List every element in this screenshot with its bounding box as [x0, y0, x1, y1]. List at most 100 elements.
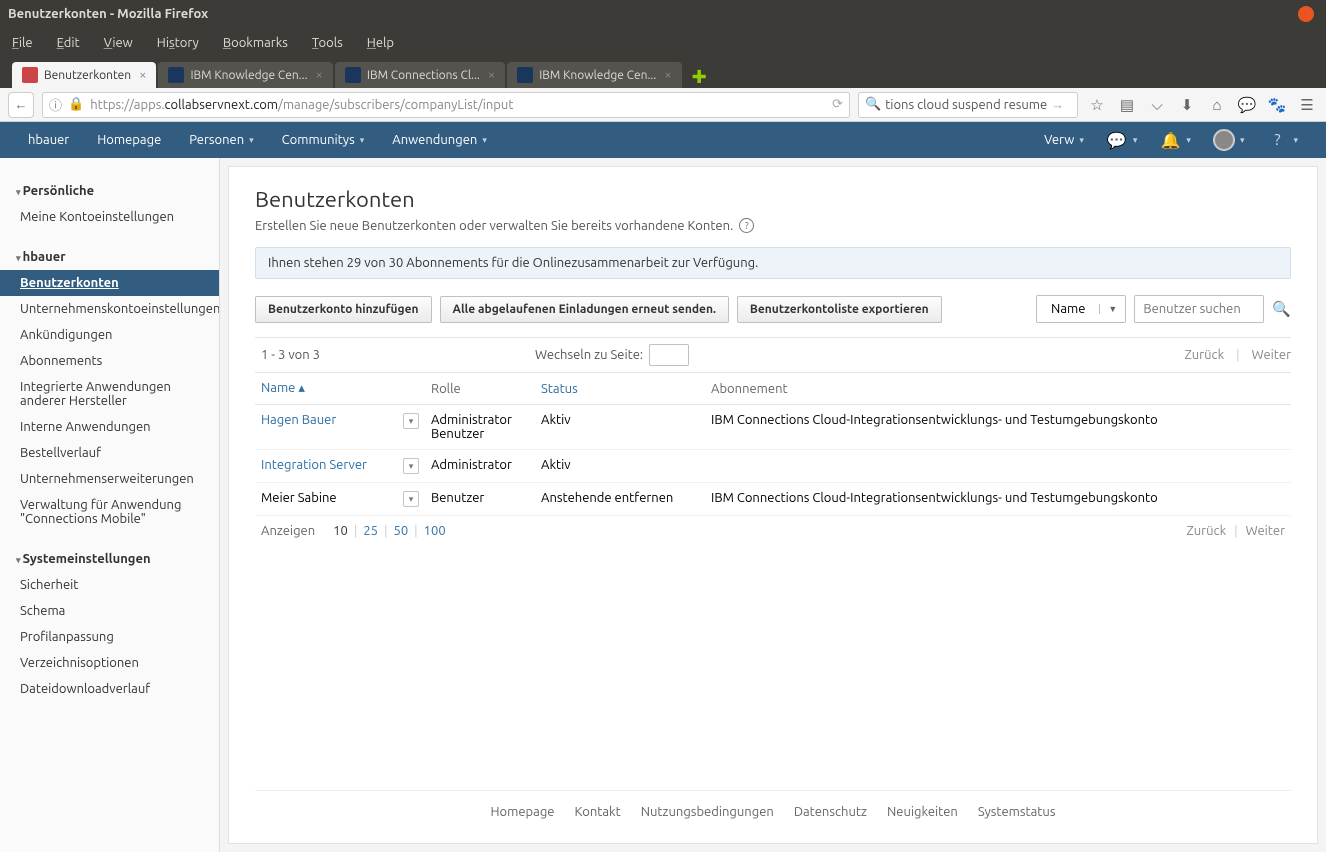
- url-field[interactable]: ⓘ 🔒 https://apps.collabservnext.com/mana…: [42, 92, 850, 118]
- window-close-button[interactable]: [1298, 6, 1314, 22]
- sidebar-item-profile-custom[interactable]: Profilanpassung: [0, 624, 219, 650]
- next-page-link[interactable]: Weiter: [1252, 348, 1291, 362]
- browser-search-field[interactable]: 🔍 tions cloud suspend resume →: [858, 92, 1078, 118]
- page-size-50[interactable]: 50: [394, 524, 409, 538]
- sidebar-item-security[interactable]: Sicherheit: [0, 572, 219, 598]
- user-search-input[interactable]: [1134, 295, 1264, 323]
- tab-favicon-icon: [517, 67, 533, 83]
- page-size-10[interactable]: 10: [333, 524, 348, 538]
- hamburger-menu-icon[interactable]: ☰: [1296, 94, 1318, 116]
- row-menu-icon[interactable]: ▾: [403, 491, 419, 507]
- help-icon[interactable]: ?: [739, 218, 754, 233]
- search-icon[interactable]: 🔍: [1272, 300, 1291, 318]
- pocket-icon[interactable]: ⌵: [1146, 94, 1168, 116]
- row-menu-icon[interactable]: ▾: [403, 413, 419, 429]
- sidebar-item-benutzerkonten[interactable]: Benutzerkonten: [0, 270, 219, 296]
- library-icon[interactable]: ▤: [1116, 94, 1138, 116]
- footer-link[interactable]: Datenschutz: [794, 805, 867, 819]
- nav-personen[interactable]: Personen▾: [189, 133, 253, 147]
- menu-bookmarks[interactable]: Bookmarks: [223, 36, 288, 50]
- pager-top: 1 - 3 von 3 Wechseln zu Seite: Zurück | …: [255, 337, 1291, 373]
- sidebar-item-order-history[interactable]: Bestellverlauf: [0, 440, 219, 466]
- star-icon[interactable]: ☆: [1086, 94, 1108, 116]
- sidebar-item-account-settings[interactable]: Meine Kontoeinstellungen: [0, 204, 219, 230]
- tab-close-icon[interactable]: ×: [488, 68, 495, 82]
- nav-help-icon[interactable]: ?▾: [1266, 129, 1298, 151]
- tab-label: IBM Knowledge Cen...: [190, 69, 307, 82]
- sidebar-section-system[interactable]: Systemeinstellungen: [0, 546, 219, 572]
- downloads-icon[interactable]: ⬇: [1176, 94, 1198, 116]
- browser-tab[interactable]: IBM Connections Cl... ×: [335, 62, 505, 88]
- nav-chat-icon[interactable]: 💬▾: [1106, 129, 1138, 151]
- cell-name[interactable]: Integration Server ▾: [255, 450, 425, 483]
- nav-verw[interactable]: Verw▾: [1044, 133, 1084, 147]
- menu-view[interactable]: View: [104, 36, 133, 50]
- browser-tab[interactable]: Benutzerkonten ×: [12, 62, 156, 88]
- sidebar-item-download-history[interactable]: Dateidownloadverlauf: [0, 676, 219, 702]
- cell-role: Administrator Benutzer: [425, 405, 535, 450]
- nav-communitys[interactable]: Communitys▾: [282, 133, 365, 147]
- reload-icon[interactable]: ⟳: [832, 97, 843, 112]
- nav-avatar[interactable]: ▾: [1213, 129, 1245, 151]
- footer-link[interactable]: Nutzungsbedingungen: [641, 805, 774, 819]
- cell-role: Administrator: [425, 450, 535, 483]
- page-size-25[interactable]: 25: [363, 524, 378, 538]
- tab-close-icon[interactable]: ×: [664, 68, 671, 82]
- sidebar-section-org[interactable]: hbauer: [0, 244, 219, 270]
- goto-page: Wechseln zu Seite:: [535, 344, 689, 366]
- footer-link[interactable]: Homepage: [490, 805, 554, 819]
- chat-icon[interactable]: 💬: [1236, 94, 1258, 116]
- menu-file[interactable]: File: [12, 36, 33, 50]
- back-button[interactable]: ←: [8, 92, 34, 118]
- browser-tab[interactable]: IBM Knowledge Cen... ×: [158, 62, 332, 88]
- col-name[interactable]: Name ▴: [255, 373, 425, 405]
- sidebar-item-announcements[interactable]: Ankündigungen: [0, 322, 219, 348]
- sidebar-section-personal[interactable]: Persönliche: [0, 178, 219, 204]
- sidebar-item-mobile-admin[interactable]: Verwaltung für Anwendung "Connections Mo…: [0, 492, 219, 532]
- table-row: Meier Sabine ▾BenutzerAnstehende entfern…: [255, 483, 1291, 516]
- nav-user[interactable]: hbauer: [28, 133, 69, 147]
- sidebar-item-thirdparty-apps[interactable]: Integrierte Anwendungen anderer Herstell…: [0, 374, 219, 414]
- next-page-link[interactable]: Weiter: [1246, 524, 1285, 538]
- export-list-button[interactable]: Benutzerkontoliste exportieren: [737, 296, 942, 323]
- page-size-100[interactable]: 100: [424, 524, 446, 538]
- cell-name[interactable]: Hagen Bauer ▾: [255, 405, 425, 450]
- new-tab-button[interactable]: ✚: [684, 67, 715, 88]
- menu-history[interactable]: History: [157, 36, 199, 50]
- sidebar-item-extensions[interactable]: Unternehmenserweiterungen: [0, 466, 219, 492]
- url-text: https://apps.collabservnext.com/manage/s…: [90, 98, 826, 112]
- sidebar-item-org-settings[interactable]: Unternehmenskontoeinstellungen: [0, 296, 219, 322]
- footer-link[interactable]: Systemstatus: [978, 805, 1056, 819]
- tab-close-icon[interactable]: ×: [139, 68, 146, 82]
- resend-invites-button[interactable]: Alle abgelaufenen Einladungen erneut sen…: [440, 296, 729, 323]
- nav-homepage[interactable]: Homepage: [97, 133, 161, 147]
- footer-link[interactable]: Kontakt: [574, 805, 620, 819]
- cell-status: Aktiv: [535, 405, 705, 450]
- pager-bottom: Anzeigen 10| 25| 50| 100 Zurück | Weiter: [255, 516, 1291, 546]
- addon-icon[interactable]: 🐾: [1266, 94, 1288, 116]
- tab-close-icon[interactable]: ×: [316, 68, 323, 82]
- filter-field-select[interactable]: Name ▼: [1036, 295, 1126, 323]
- go-icon[interactable]: →: [1051, 97, 1064, 112]
- info-banner: Ihnen stehen 29 von 30 Abonnements für d…: [255, 247, 1291, 279]
- sidebar-item-subscriptions[interactable]: Abonnements: [0, 348, 219, 374]
- prev-page-link[interactable]: Zurück: [1184, 348, 1224, 362]
- nav-anwendungen[interactable]: Anwendungen▾: [392, 133, 487, 147]
- tab-favicon-icon: [168, 67, 184, 83]
- col-status[interactable]: Status: [535, 373, 705, 405]
- add-account-button[interactable]: Benutzerkonto hinzufügen: [255, 296, 432, 323]
- search-icon: 🔍: [865, 97, 881, 112]
- menu-edit[interactable]: Edit: [57, 36, 80, 50]
- menu-tools[interactable]: Tools: [312, 36, 343, 50]
- sidebar-item-directory-options[interactable]: Verzeichnisoptionen: [0, 650, 219, 676]
- goto-page-input[interactable]: [649, 344, 689, 366]
- sidebar-item-schema[interactable]: Schema: [0, 598, 219, 624]
- prev-page-link[interactable]: Zurück: [1186, 524, 1226, 538]
- home-icon[interactable]: ⌂: [1206, 94, 1228, 116]
- browser-tab[interactable]: IBM Knowledge Cen... ×: [507, 62, 681, 88]
- sidebar-item-internal-apps[interactable]: Interne Anwendungen: [0, 414, 219, 440]
- menu-help[interactable]: Help: [367, 36, 394, 50]
- row-menu-icon[interactable]: ▾: [403, 458, 419, 474]
- footer-link[interactable]: Neuigkeiten: [887, 805, 958, 819]
- nav-bell-icon[interactable]: 🔔▾: [1159, 129, 1191, 151]
